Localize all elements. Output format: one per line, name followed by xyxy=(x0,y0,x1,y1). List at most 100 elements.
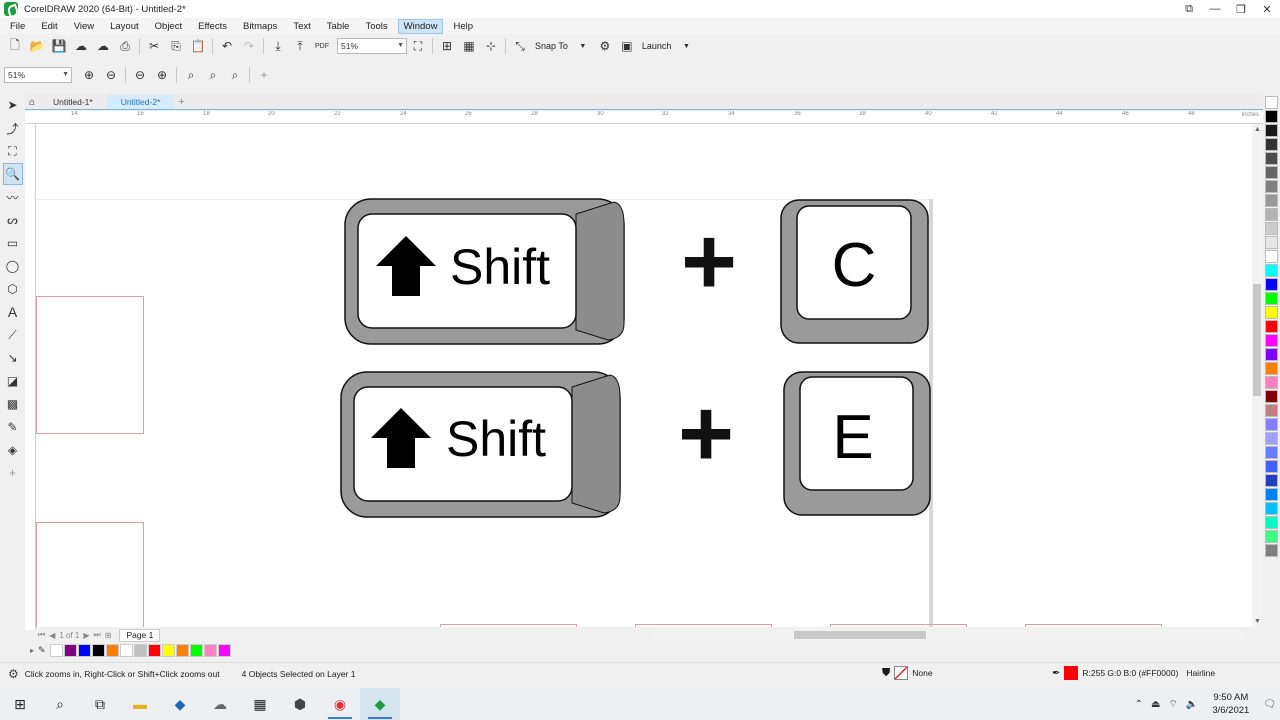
palette-swatch[interactable] xyxy=(1265,334,1278,347)
interactive-fill-tool-icon[interactable]: ◈ xyxy=(3,439,23,461)
document-palette-swatch[interactable] xyxy=(105,643,119,657)
menu-effects[interactable]: Effects xyxy=(192,19,233,34)
new-document-icon[interactable]: 🗋 xyxy=(4,36,26,56)
e-key[interactable]: E xyxy=(783,371,931,516)
palette-swatch[interactable] xyxy=(1265,194,1278,207)
horizontal-ruler[interactable]: 14 16 18 20 22 24 26 28 30 32 34 36 38 4… xyxy=(25,111,1263,124)
launch-button[interactable]: Launch xyxy=(638,41,676,51)
launch-icon[interactable]: ▣ xyxy=(616,36,638,56)
coreldraw-taskbar-icon[interactable]: ◆ xyxy=(360,688,400,720)
palette-swatch[interactable] xyxy=(1265,404,1278,417)
clock[interactable]: 9:50 AM 3/6/2021 xyxy=(1212,691,1249,717)
polygon-tool-icon[interactable]: ⬡ xyxy=(3,278,23,300)
palette-swatch[interactable] xyxy=(1265,152,1278,165)
keyboard-shortcut-artwork[interactable]: Shift + C Shift + E xyxy=(36,124,1252,627)
menu-table[interactable]: Table xyxy=(321,19,356,34)
scrollbar-thumb[interactable] xyxy=(794,631,926,639)
vertical-ruler[interactable] xyxy=(25,124,36,630)
palette-swatch[interactable] xyxy=(1265,180,1278,193)
menu-window[interactable]: Window xyxy=(397,18,444,34)
add-icon[interactable]: + xyxy=(253,65,275,85)
palette-swatch[interactable] xyxy=(1265,376,1278,389)
paste-icon[interactable]: 📋 xyxy=(187,36,209,56)
document-palette-swatch[interactable] xyxy=(49,643,63,657)
scroll-down-icon[interactable]: ▼ xyxy=(1252,618,1263,625)
menu-tools[interactable]: Tools xyxy=(359,19,393,34)
notifications-icon[interactable]: 🗨 xyxy=(1263,699,1276,710)
zoom-tool-icon[interactable]: 🔍 xyxy=(2,163,23,185)
app-icon[interactable]: ⬢ xyxy=(280,688,320,720)
page-1-tab[interactable]: Page 1 xyxy=(119,628,161,642)
expand-icon[interactable]: ▸ xyxy=(30,646,34,655)
prev-page-icon[interactable]: ◀ xyxy=(49,631,55,640)
palette-swatch[interactable] xyxy=(1265,292,1278,305)
last-page-icon[interactable]: ⏭ xyxy=(94,630,101,640)
horizontal-scrollbar[interactable] xyxy=(654,630,1244,640)
crop-tool-icon[interactable]: ⛶ xyxy=(3,140,23,162)
palette-swatch[interactable] xyxy=(1265,320,1278,333)
freehand-tool-icon[interactable]: 〰 xyxy=(3,186,23,208)
zoom-levels-combo[interactable]: 51% ▼ xyxy=(4,67,72,83)
save-icon[interactable]: 💾 xyxy=(48,36,70,56)
full-screen-icon[interactable]: ⛶ xyxy=(407,36,429,56)
app-icon[interactable]: ☁ xyxy=(200,688,240,720)
document-palette-swatch[interactable] xyxy=(217,643,231,657)
palette-swatch[interactable] xyxy=(1265,124,1278,137)
first-page-icon[interactable]: ⏮ xyxy=(38,630,45,640)
document-palette-swatch[interactable] xyxy=(77,643,91,657)
chrome-icon[interactable]: ◉ xyxy=(320,688,360,720)
windows-start-icon[interactable]: ⊞ xyxy=(0,688,40,720)
print-icon[interactable]: ⎙ xyxy=(114,36,136,56)
drawing-canvas[interactable]: Shift + C Shift + E xyxy=(36,124,1252,627)
tab-untitled-1[interactable]: Untitled-1* xyxy=(39,95,107,109)
ellipse-tool-icon[interactable]: ◯ xyxy=(3,255,23,277)
task-view-icon[interactable]: ⧉ xyxy=(80,688,120,720)
palette-swatch[interactable] xyxy=(1265,166,1278,179)
menu-layout[interactable]: Layout xyxy=(104,19,145,34)
palette-swatch[interactable] xyxy=(1265,264,1278,277)
vertical-scrollbar[interactable]: ▲ ▼ xyxy=(1252,124,1263,627)
menu-help[interactable]: Help xyxy=(447,19,479,34)
file-explorer-icon[interactable]: ▬ xyxy=(120,688,160,720)
app-icon[interactable]: ◆ xyxy=(160,688,200,720)
drop-shadow-tool-icon[interactable]: ◪ xyxy=(3,370,23,392)
chevron-down-icon[interactable]: ▼ xyxy=(675,36,697,56)
snap-icon[interactable]: ⤡ xyxy=(509,36,531,56)
next-page-icon[interactable]: ▶ xyxy=(83,631,89,640)
palette-swatch[interactable] xyxy=(1265,362,1278,375)
palette-swatch[interactable] xyxy=(1265,208,1278,221)
palette-swatch[interactable] xyxy=(1265,110,1278,123)
options-gear-icon[interactable]: ⚙ xyxy=(594,36,616,56)
palette-swatch[interactable] xyxy=(1265,474,1278,487)
cloud-open-icon[interactable]: ☁ xyxy=(70,36,92,56)
zoom-in-icon[interactable]: ⊕ xyxy=(78,65,100,85)
document-palette-swatch[interactable] xyxy=(133,643,147,657)
maximize-button[interactable]: ❐ xyxy=(1228,0,1254,18)
document-palette-swatch[interactable] xyxy=(119,643,133,657)
text-tool-icon[interactable]: A xyxy=(3,301,23,323)
palette-swatch[interactable] xyxy=(1265,138,1278,151)
eyedropper-tool-icon[interactable]: ✎ xyxy=(3,416,23,438)
palette-swatch[interactable] xyxy=(1265,278,1278,291)
usb-icon[interactable]: ⏏ xyxy=(1151,699,1160,710)
show-rulers-icon[interactable]: ⊞ xyxy=(436,36,458,56)
zoom-out-icon[interactable]: ⊖ xyxy=(100,65,122,85)
add-tool-icon[interactable]: + xyxy=(3,462,23,484)
menu-edit[interactable]: Edit xyxy=(35,19,63,34)
document-palette-swatch[interactable] xyxy=(175,643,189,657)
palette-swatch[interactable] xyxy=(1265,446,1278,459)
palette-swatch[interactable] xyxy=(1265,222,1278,235)
shift-key-1[interactable]: Shift xyxy=(344,198,625,345)
palette-swatch[interactable] xyxy=(1265,432,1278,445)
rectangle-tool-icon[interactable]: ▭ xyxy=(3,232,23,254)
pick-tool-icon[interactable]: ➤ xyxy=(3,94,23,116)
menu-view[interactable]: View xyxy=(68,19,100,34)
chevron-up-icon[interactable]: ⌃ xyxy=(1135,699,1143,710)
palette-swatch[interactable] xyxy=(1265,516,1278,529)
tab-untitled-2[interactable]: Untitled-2* xyxy=(106,95,175,109)
dimension-tool-icon[interactable]: ⟋ xyxy=(3,324,23,346)
menu-file[interactable]: File xyxy=(4,19,31,34)
connector-tool-icon[interactable]: ↘ xyxy=(3,347,23,369)
scroll-up-icon[interactable]: ▲ xyxy=(1252,126,1263,133)
add-page-icon[interactable]: ⊞ xyxy=(105,631,112,640)
